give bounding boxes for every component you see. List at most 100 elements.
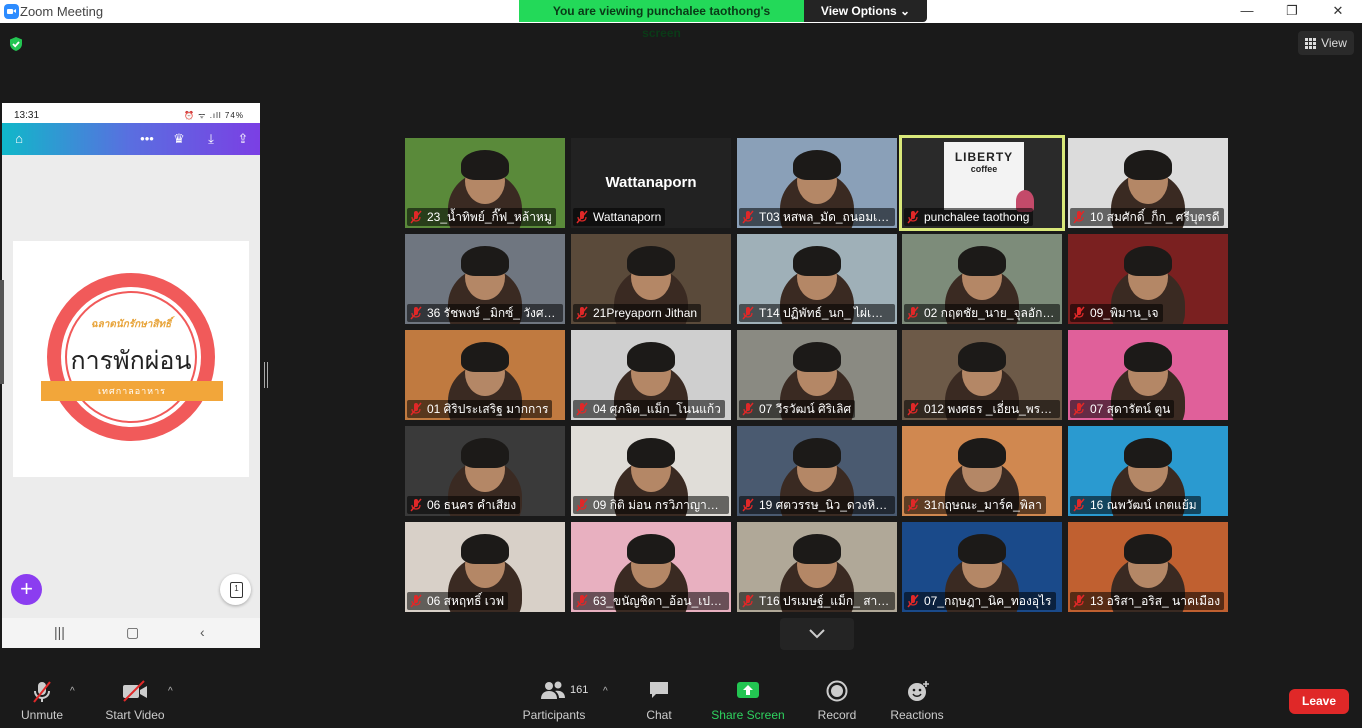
- mic-muted-icon: [742, 594, 754, 608]
- participant-hair: [461, 534, 509, 564]
- participants-label: Participants: [522, 708, 586, 722]
- participants-options-caret[interactable]: ^: [603, 686, 608, 697]
- participants-button[interactable]: Participants: [518, 664, 590, 728]
- participant-hair: [958, 246, 1006, 276]
- video-tile[interactable]: T14 ปฏิพัทธ์_นก_ ไผ่เพียร: [737, 234, 897, 324]
- mic-muted-icon: [576, 210, 588, 224]
- participant-hair: [793, 246, 841, 276]
- video-tile[interactable]: 10 สมศักดิ์_ก็ก_ ศรีบุตรดี: [1068, 138, 1228, 228]
- chat-button[interactable]: Chat: [638, 664, 680, 728]
- mic-muted-icon: [410, 210, 422, 224]
- mic-muted-icon: [742, 210, 754, 224]
- design-title: การพักผ่อน: [70, 346, 192, 375]
- mic-muted-icon: [907, 210, 919, 224]
- participant-display-name: Wattanaporn: [605, 174, 697, 191]
- share-screen-button[interactable]: Share Screen: [708, 664, 788, 728]
- zoom-window: Zoom Meeting — ❐ ✕ You are viewing punch…: [0, 0, 1362, 728]
- mic-muted-icon: [1073, 210, 1085, 224]
- mic-muted-icon: [576, 402, 588, 416]
- start-video-button[interactable]: Start Video: [100, 664, 170, 728]
- mic-muted-icon: [907, 594, 919, 608]
- window-title: Zoom Meeting: [20, 4, 104, 19]
- chat-icon: [650, 682, 668, 698]
- video-tile[interactable]: 13 อริสา_อริส_ นาคเมือง: [1068, 522, 1228, 612]
- video-tile[interactable]: 09 กิติ ม่อน กรวิภาญาณิน: [571, 426, 731, 516]
- shield-check-icon[interactable]: [8, 36, 24, 52]
- participant-hair: [793, 438, 841, 468]
- video-tile[interactable]: 07 สุดารัตน์ ตูน: [1068, 330, 1228, 420]
- side-handle[interactable]: [0, 280, 4, 384]
- participant-name: 02 กฤตชัย_นาย_จุลอักษร: [904, 304, 1060, 322]
- video-tile[interactable]: 04 ศุภจิต_แม็ก_โนนแก้ว: [571, 330, 731, 420]
- maximize-button[interactable]: ❐: [1269, 0, 1315, 23]
- record-icon: [826, 680, 848, 702]
- participant-name: T16 ปรเมษฐ์_แม็ก_ สายแ...: [739, 592, 895, 610]
- participant-name: punchalee taothong: [904, 208, 1034, 226]
- crown-icon: ♛: [173, 131, 185, 146]
- video-tile[interactable]: 06 ธนคร คำเสียง: [405, 426, 565, 516]
- leave-button[interactable]: Leave: [1289, 689, 1349, 714]
- reactions-button[interactable]: Reactions: [888, 664, 946, 728]
- participants-icon: [541, 681, 565, 699]
- participant-name: 13 อริสา_อริส_ นาคเมือง: [1070, 592, 1225, 610]
- video-tile[interactable]: T16 ปรเมษฐ์_แม็ก_ สายแ...: [737, 522, 897, 612]
- reactions-icon: [908, 681, 929, 701]
- participants-count: 161: [570, 684, 589, 696]
- video-tile[interactable]: 23_น้ำทิพย์_กิ๊ฟ_หล้าหมู: [405, 138, 565, 228]
- participant-hair: [793, 534, 841, 564]
- participant-name: 63_ขนัญชิดา_อ้อน_เปรม...: [573, 592, 729, 610]
- video-tile[interactable]: 02 กฤตชัย_นาย_จุลอักษร: [902, 234, 1062, 324]
- more-icon: •••: [140, 131, 154, 146]
- mic-muted-icon: [410, 594, 422, 608]
- view-layout-button[interactable]: View: [1298, 31, 1354, 55]
- close-button[interactable]: ✕: [1315, 0, 1361, 23]
- mic-muted-icon: [410, 402, 422, 416]
- video-tile[interactable]: 07 วีรวัฒน์ ศิริเลิศ: [737, 330, 897, 420]
- unmute-button[interactable]: Unmute: [14, 664, 70, 728]
- audio-options-caret[interactable]: ^: [70, 686, 75, 697]
- view-options-button[interactable]: View Options ⌄: [804, 0, 927, 22]
- video-tile[interactable]: 06 สหฤทธิ์ เวฟ: [405, 522, 565, 612]
- design-ribbon: เทศกาลอาหาร: [41, 381, 223, 401]
- home-icon: ⌂: [15, 131, 23, 146]
- minimize-button[interactable]: —: [1224, 0, 1270, 23]
- participant-hair: [1124, 150, 1172, 180]
- participant-hair: [627, 246, 675, 276]
- video-tile[interactable]: 012 พงศธร _เอี่ยน_พรมม...: [902, 330, 1062, 420]
- participant-hair: [958, 438, 1006, 468]
- video-tile[interactable]: 01 ศิริประเสริฐ มากการ: [405, 330, 565, 420]
- participant-name: 09 กิติ ม่อน กรวิภาญาณิน: [573, 496, 729, 514]
- download-icon: ⤓: [208, 131, 214, 146]
- video-tile[interactable]: 09_พิมาน_เจ: [1068, 234, 1228, 324]
- mic-muted-icon: [742, 498, 754, 512]
- video-tile[interactable]: T03 หสพล_มัด_ถนอมเนิน: [737, 138, 897, 228]
- video-tile[interactable]: LIBERTY coffee punchalee taothong: [899, 135, 1065, 231]
- participant-name: 21Preyaporn Jithan: [573, 304, 702, 322]
- video-tile[interactable]: 63_ขนัญชิดา_อ้อน_เปรม...: [571, 522, 731, 612]
- mic-muted-icon: [1073, 402, 1085, 416]
- participant-hair: [1124, 246, 1172, 276]
- participant-hair: [461, 150, 509, 180]
- video-tile[interactable]: 19 ศตวรรษ_นิว_ดวงหิรัญ: [737, 426, 897, 516]
- sign-line2: coffee: [970, 164, 998, 174]
- mic-muted-icon: [907, 306, 919, 320]
- participant-name: 36 รัชพงษ์ _มิกซ์_ วังศรีคู...: [407, 304, 563, 322]
- split-drag-handle[interactable]: [264, 362, 268, 388]
- video-options-caret[interactable]: ^: [168, 686, 173, 697]
- participant-hair: [958, 342, 1006, 372]
- chevron-down-icon: [809, 629, 825, 639]
- participant-name: 16 ณพวัฒน์ เกตแย้ม: [1070, 496, 1201, 514]
- video-tile[interactable]: 31กฤษณะ_มาร์ค_พิลา: [902, 426, 1062, 516]
- participant-name: 10 สมศักดิ์_ก็ก_ ศรีบุตรดี: [1070, 208, 1224, 226]
- video-tile[interactable]: 07_กฤษฎา_นิค_ทองอุไร: [902, 522, 1062, 612]
- share-icon: ⇪: [237, 131, 249, 146]
- video-tile[interactable]: 21Preyaporn Jithan: [571, 234, 731, 324]
- video-tile[interactable]: 16 ณพวัฒน์ เกตแย้ม: [1068, 426, 1228, 516]
- video-tile[interactable]: 36 รัชพงษ์ _มิกซ์_ วังศรีคู...: [405, 234, 565, 324]
- more-participants-button[interactable]: [780, 618, 854, 650]
- record-button[interactable]: Record: [814, 664, 860, 728]
- participant-name: 31กฤษณะ_มาร์ค_พิลา: [904, 496, 1046, 514]
- video-tile[interactable]: Wattanaporn Wattanaporn: [571, 138, 731, 228]
- back-icon: ‹: [200, 624, 205, 640]
- participant-name: 012 พงศธร _เอี่ยน_พรมม...: [904, 400, 1060, 418]
